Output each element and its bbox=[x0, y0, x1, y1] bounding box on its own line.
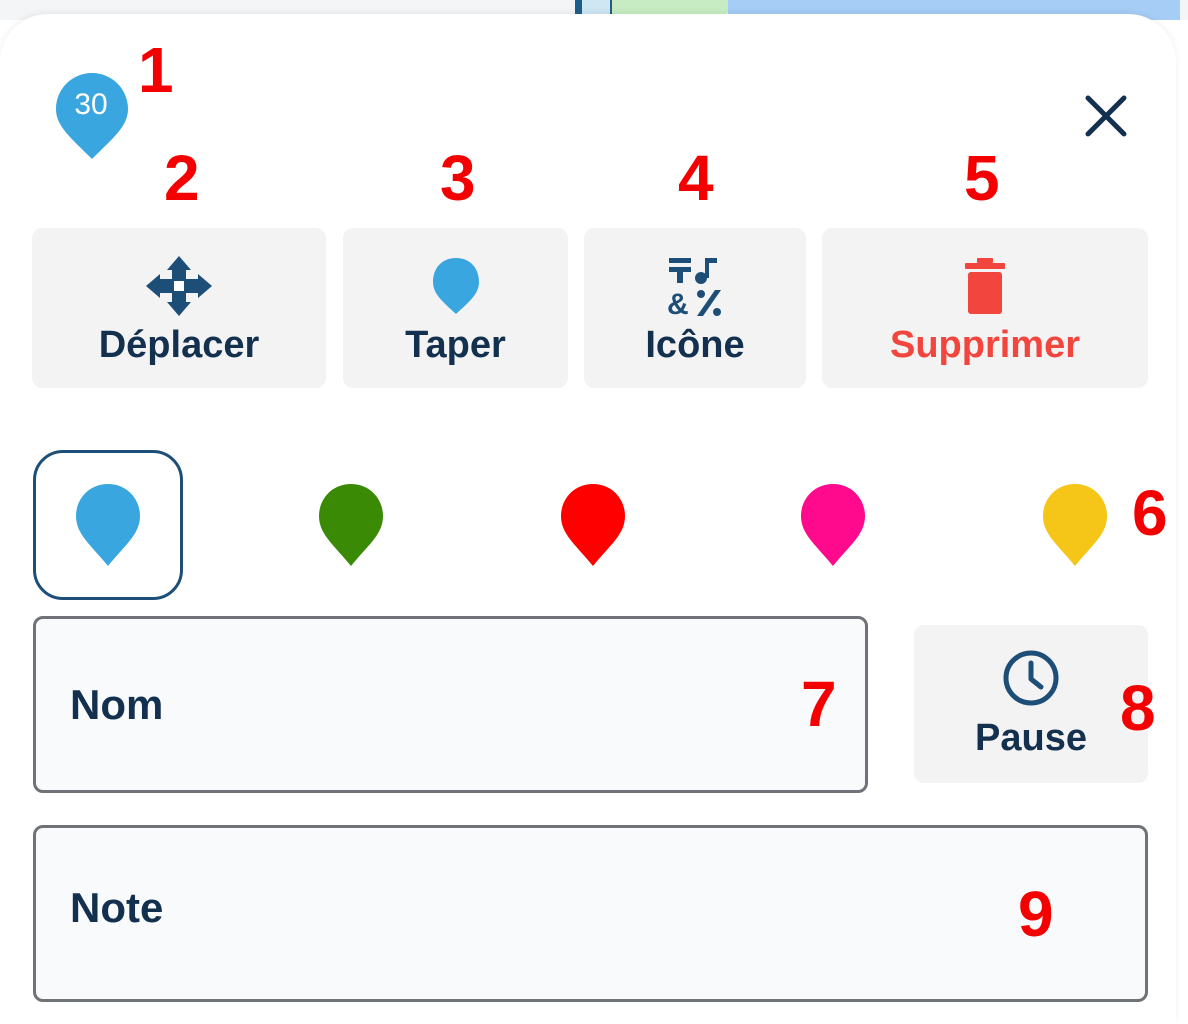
trash-icon bbox=[965, 258, 1005, 314]
marker-number: 30 bbox=[74, 88, 108, 121]
yellow-pin-icon bbox=[1043, 484, 1107, 566]
color-swatch-blue[interactable] bbox=[33, 450, 183, 600]
annotation-3: 3 bbox=[440, 142, 476, 214]
move-label: Déplacer bbox=[98, 324, 260, 366]
symbols-icon: & bbox=[667, 258, 721, 318]
annotation-2: 2 bbox=[164, 142, 200, 214]
type-label: Taper bbox=[405, 324, 506, 366]
delete-label: Supprimer bbox=[889, 324, 1081, 366]
move-arrows-icon bbox=[146, 256, 212, 316]
blue-pin-icon bbox=[76, 484, 140, 566]
pin-type-icon bbox=[432, 258, 479, 314]
pause-button[interactable]: Pause bbox=[914, 625, 1148, 783]
pause-label: Pause bbox=[975, 717, 1087, 759]
annotation-7: 7 bbox=[801, 668, 837, 740]
delete-button[interactable]: Supprimer bbox=[822, 228, 1148, 388]
color-swatch-pink[interactable] bbox=[758, 450, 908, 600]
note-field[interactable] bbox=[33, 825, 1148, 1002]
annotation-1: 1 bbox=[138, 34, 174, 106]
icon-label: Icône bbox=[645, 324, 745, 366]
icon-button[interactable]: & Icône bbox=[584, 228, 806, 388]
clock-icon bbox=[1003, 650, 1059, 706]
color-swatch-red[interactable] bbox=[518, 450, 668, 600]
annotation-5: 5 bbox=[964, 142, 1000, 214]
annotation-4: 4 bbox=[678, 142, 714, 214]
annotation-8: 8 bbox=[1120, 672, 1156, 744]
annotation-9: 9 bbox=[1018, 878, 1054, 950]
close-icon[interactable] bbox=[1080, 90, 1132, 142]
pink-pin-icon bbox=[801, 484, 865, 566]
red-pin-icon bbox=[561, 484, 625, 566]
green-pin-icon bbox=[319, 484, 383, 566]
color-swatch-yellow[interactable] bbox=[1000, 450, 1150, 600]
name-input[interactable] bbox=[70, 619, 831, 790]
type-button[interactable]: Taper bbox=[343, 228, 568, 388]
annotation-6: 6 bbox=[1132, 477, 1168, 549]
move-button[interactable]: Déplacer bbox=[32, 228, 326, 388]
svg-text:&: & bbox=[667, 288, 689, 318]
note-input[interactable] bbox=[70, 828, 1111, 999]
color-swatch-green[interactable] bbox=[276, 450, 426, 600]
name-field[interactable] bbox=[33, 616, 868, 793]
